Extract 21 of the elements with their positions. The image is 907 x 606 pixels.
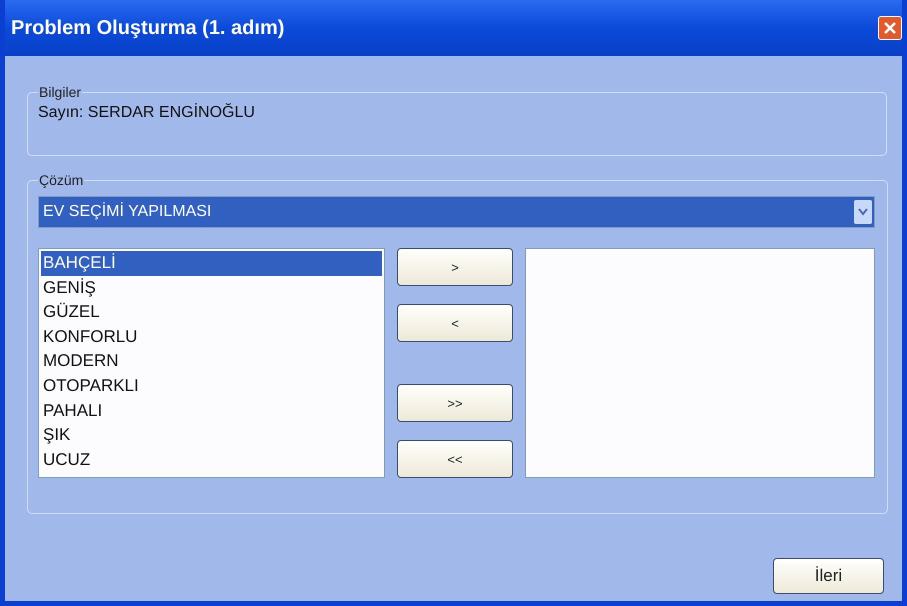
group-legend: Bilgiler [38, 84, 82, 100]
list-item[interactable]: MODERN [41, 349, 382, 374]
list-item[interactable]: ŞIK [41, 423, 382, 448]
window-title: Problem Oluşturma (1. adım) [10, 16, 284, 40]
list-item[interactable]: PAHALI [41, 398, 382, 424]
list-item[interactable]: KONFORLU [41, 324, 382, 350]
move-button[interactable]: << [397, 440, 513, 478]
list-item[interactable]: OTOPARKLI [41, 374, 382, 399]
list-item[interactable]: GÜZEL [41, 300, 382, 325]
group-legend: Çözüm [38, 172, 84, 188]
move-button[interactable]: >> [397, 384, 513, 422]
problem-dropdown[interactable]: EV SEÇİMİ YAPILMASI [38, 196, 875, 228]
move-button[interactable]: < [397, 304, 513, 342]
list-item[interactable]: GENİŞ [41, 276, 382, 300]
user-name-text: Sayın: SERDAR ENGİNOĞLU [38, 104, 255, 121]
next-button[interactable]: İleri [773, 558, 884, 594]
close-icon [882, 20, 898, 36]
list-item[interactable]: UCUZ [41, 448, 382, 472]
move-button[interactable]: > [397, 248, 513, 286]
close-button[interactable] [878, 16, 902, 40]
list-item[interactable]: BAHÇELİ [41, 251, 382, 276]
